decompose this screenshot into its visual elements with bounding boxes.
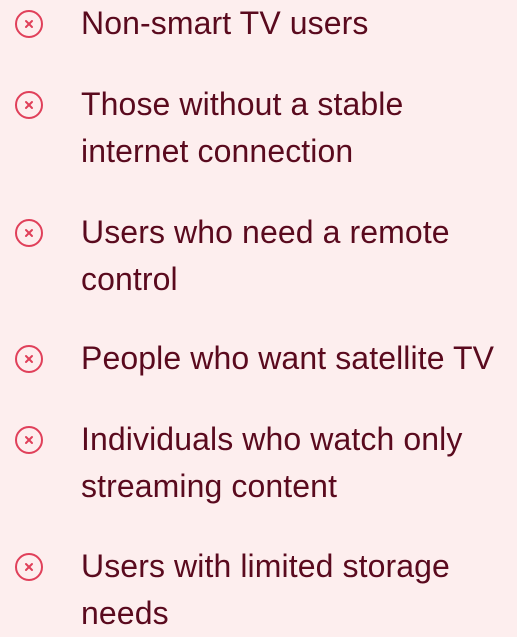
list-item-label: People who want satellite TV [81, 340, 495, 376]
x-circle-icon [14, 552, 44, 582]
list-item-label: Individuals who watch only streaming con… [81, 421, 463, 504]
list-item-label: Users with limited storage needs [81, 548, 450, 631]
x-circle-icon [14, 9, 44, 39]
not-for-list: Non-smart TV users Those without a stabl… [0, 0, 517, 631]
list-item-label: Those without a stable internet connecti… [81, 86, 404, 169]
list-item-label: Users who need a remote control [81, 214, 450, 297]
x-circle-icon [14, 344, 44, 374]
x-circle-icon [14, 425, 44, 455]
x-circle-icon [14, 218, 44, 248]
x-circle-icon [14, 90, 44, 120]
list-item-label: Non-smart TV users [81, 5, 369, 41]
